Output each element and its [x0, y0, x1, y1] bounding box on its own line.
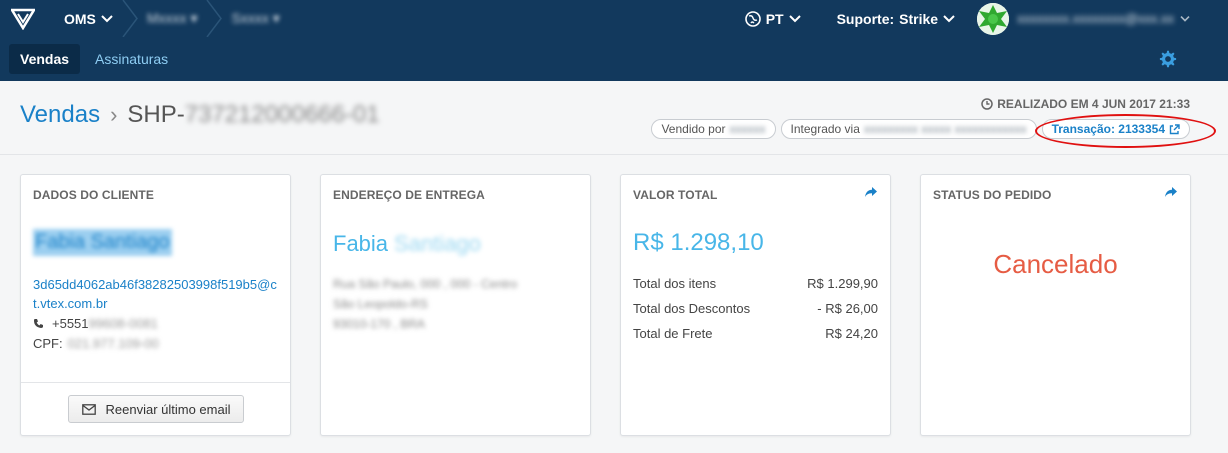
sold-by-pill[interactable]: Vendido por xxxxxx: [651, 119, 776, 139]
gear-icon[interactable]: [1159, 50, 1177, 68]
total-shipping-row: Total de Frete R$ 24,20: [633, 326, 878, 341]
tab-assinaturas[interactable]: Assinaturas: [84, 44, 179, 74]
sold-by-label: Vendido por: [661, 122, 726, 136]
recipient-first-name: Fabia: [333, 231, 389, 256]
order-date: REALIZADO EM 4 JUN 2017 21:33: [981, 97, 1190, 111]
tab-vendas[interactable]: Vendas: [9, 44, 81, 74]
breadcrumb-separator-icon: [122, 0, 138, 37]
account-switcher[interactable]: Mxxxx ▾: [147, 0, 198, 37]
integrated-via-value: xxxxxxxxx xxxxx xxxxxxxxxxxx: [863, 122, 1027, 136]
user-avatar[interactable]: [977, 2, 1010, 35]
shipping-address-card: ENDEREÇO DE ENTREGA Fabia Santiago Rua S…: [320, 174, 591, 436]
store-switcher[interactable]: Sxxxx ▾: [231, 0, 279, 37]
support-value: Strike: [899, 10, 939, 27]
order-status-value: Cancelado: [993, 249, 1118, 279]
integrated-via-label: Integrado via: [790, 122, 860, 136]
status-card-title: STATUS DO PEDIDO: [933, 188, 1052, 202]
vtex-logo-icon[interactable]: [4, 0, 42, 37]
page-header: Vendas › SHP-737212000666-01 REALIZADO E…: [0, 81, 1228, 155]
recipient-last-name: Santiago: [394, 231, 481, 256]
customer-phone: +555199608-0081: [33, 316, 158, 331]
language-selector[interactable]: PT: [744, 10, 801, 27]
app-switcher[interactable]: OMS: [64, 0, 113, 37]
app-name: OMS: [64, 10, 96, 27]
resend-email-label: Reenviar último email: [105, 401, 231, 417]
order-tags: Vendido por xxxxxx Integrado via xxxxxxxxx…: [651, 119, 1190, 139]
chevron-down-icon: [943, 14, 955, 22]
row-label: Total dos itens: [633, 276, 717, 291]
phone-icon: [34, 319, 43, 328]
recipient-name: Fabia Santiago: [333, 231, 481, 257]
customer-card: DADOS DO CLIENTE Fabia Santiago 3d65dd40…: [20, 174, 291, 436]
row-value: - R$ 26,00: [817, 301, 878, 316]
account-name: Mxxxx ▾: [146, 10, 198, 26]
order-date-text: REALIZADO EM 4 JUN 2017 21:33: [997, 97, 1190, 111]
cpf-value: 021.977.109-00: [67, 336, 159, 351]
customer-cpf: CPF: 021.977.109-00: [33, 336, 159, 351]
customer-name: Fabia Santiago: [33, 229, 172, 256]
chevron-down-icon: [788, 14, 801, 22]
total-value-card: VALOR TOTAL R$ 1.298,10 Total dos itens R…: [620, 174, 891, 436]
phone-number: 99608-0081: [88, 316, 158, 331]
row-value: R$ 1.299,90: [807, 276, 878, 291]
external-link-icon: [1169, 123, 1180, 134]
sub-navigation: Vendas Assinaturas: [0, 37, 1228, 81]
support-label: Suporte:: [836, 10, 895, 27]
breadcrumb-separator-icon: [206, 0, 223, 37]
order-status-card: STATUS DO PEDIDO Cancelado: [920, 174, 1191, 436]
total-card-title: VALOR TOTAL: [633, 188, 718, 202]
share-arrow-icon[interactable]: [1164, 185, 1178, 199]
cpf-label: CPF:: [33, 336, 63, 351]
order-total: R$ 1.298,10: [633, 229, 764, 256]
row-label: Total dos Descontos: [633, 301, 751, 316]
support-selector[interactable]: Suporte: Strike: [837, 11, 955, 27]
transaction-link[interactable]: Transação: 2133354: [1041, 119, 1190, 139]
shipping-address: Rua São Paulo, 000 , 000 - Centro São Le…: [333, 274, 517, 334]
address-line: 93010-170 , BRA: [333, 317, 426, 331]
store-name: Sxxxx ▾: [231, 10, 280, 26]
phone-prefix: +5551: [52, 316, 89, 331]
row-value: R$ 24,20: [825, 326, 878, 341]
chevron-down-icon: [101, 14, 113, 22]
transaction-label: Transação: 2133354: [1051, 122, 1165, 136]
order-id-number: 737212000666-01: [184, 101, 380, 128]
total-discounts-row: Total dos Descontos - R$ 26,00: [633, 301, 878, 316]
clock-icon: [981, 98, 994, 110]
customer-card-title: DADOS DO CLIENTE: [33, 188, 154, 202]
shipping-card-title: ENDEREÇO DE ENTREGA: [333, 188, 485, 202]
top-bar: OMS Mxxxx ▾ Sxxxx ▾ PT Suporte: Strike x…: [0, 0, 1228, 37]
language-label: PT: [765, 10, 784, 27]
address-line: São Leopoldo-RS: [333, 297, 428, 311]
envelope-icon: [81, 403, 96, 415]
globe-icon: [744, 10, 761, 27]
customer-email-link[interactable]: 3d65dd4062ab46f38282503998f519b5@ct.vtex…: [33, 275, 283, 313]
sold-by-value: xxxxxx: [729, 122, 766, 136]
address-line: Rua São Paulo, 000 , 000 - Centro: [333, 277, 518, 291]
page-title: Vendas › SHP-737212000666-01: [20, 101, 380, 129]
share-arrow-icon[interactable]: [864, 185, 878, 199]
order-id: SHP-737212000666-01: [127, 101, 379, 129]
order-id-prefix: SHP-: [127, 101, 185, 128]
total-items-row: Total dos itens R$ 1.299,90: [633, 276, 878, 291]
row-label: Total de Frete: [633, 326, 713, 341]
breadcrumb-vendas-link[interactable]: Vendas: [20, 101, 100, 129]
breadcrumb-chevron-icon: ›: [110, 102, 118, 127]
user-email[interactable]: xxxxxxxx.xxxxxxxx@xxx.xx: [1017, 11, 1174, 26]
card-divider: [21, 382, 290, 383]
chevron-down-icon[interactable]: [1180, 15, 1190, 23]
integrated-via-pill[interactable]: Integrado via xxxxxxxxx xxxxx xxxxxxxxxxx…: [780, 119, 1037, 139]
resend-email-button[interactable]: Reenviar último email: [68, 395, 244, 423]
